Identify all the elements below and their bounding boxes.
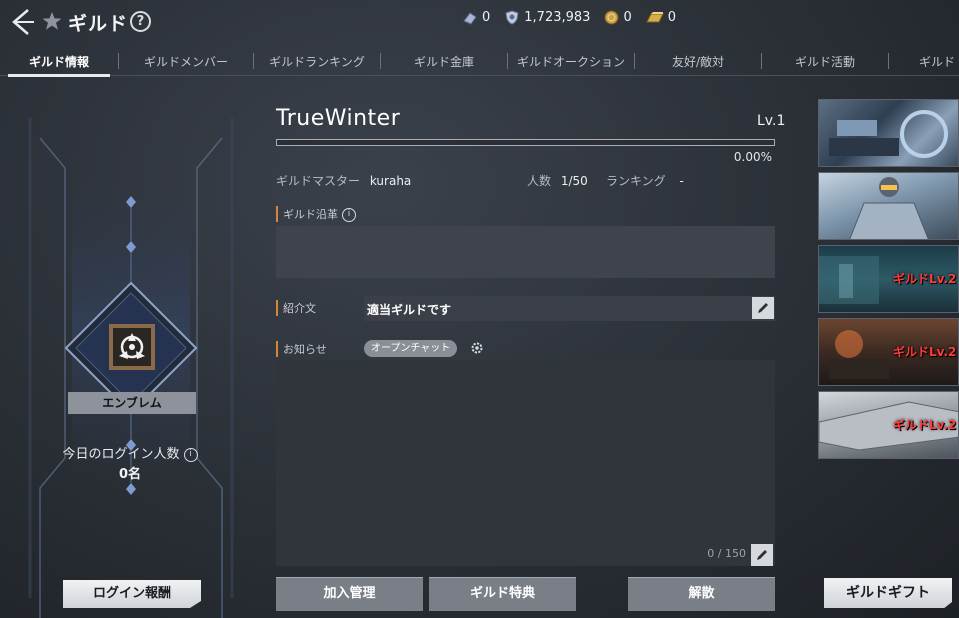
login-reward-button[interactable]: ログイン報酬 xyxy=(63,580,201,608)
emblem-triskelion-icon xyxy=(119,333,145,359)
currency-shield-value: 1,723,983 xyxy=(524,10,591,25)
currency-gold-coin: 0 xyxy=(604,10,632,25)
login-count-label: 今日のログイン人数 xyxy=(62,447,180,462)
intro-label: 紹介文 xyxy=(276,300,316,316)
emblem-panel xyxy=(0,78,258,618)
open-chat-badge[interactable]: オープンチャット xyxy=(364,340,458,357)
gold-coin-icon xyxy=(604,10,619,25)
ranking-label: ランキング xyxy=(606,174,666,188)
info-icon[interactable]: i xyxy=(342,208,356,222)
currency-gold-bar-value: 0 xyxy=(667,10,677,25)
intro-text: 適当ギルドです xyxy=(367,303,452,317)
tab-guild-more[interactable]: ギルド xyxy=(889,46,955,76)
tab-guild-activity[interactable]: ギルド活動 xyxy=(762,46,888,76)
banner-item[interactable] xyxy=(818,99,959,167)
shield-coin-icon xyxy=(505,10,519,25)
tab-friend-enemy[interactable]: 友好/敵対 xyxy=(635,46,761,76)
edit-notice-button[interactable] xyxy=(751,544,773,566)
join-management-button[interactable]: 加入管理 xyxy=(276,577,423,611)
gem-icon xyxy=(126,483,136,495)
guild-gift-button[interactable]: ギルドギフト xyxy=(824,578,952,608)
pencil-icon xyxy=(757,550,767,560)
guild-history-box xyxy=(276,226,775,278)
banner-hangar-image xyxy=(829,110,948,158)
tab-bar: ギルド情報 ギルドメンバー ギルドランキング ギルド金庫 ギルドオークション 友… xyxy=(0,46,959,77)
banner-item[interactable] xyxy=(818,172,959,240)
currency-gold-coin-value: 0 xyxy=(623,10,632,25)
member-count-row: 人数 1/50 xyxy=(527,172,588,189)
emblem-button[interactable]: エンブレム xyxy=(68,392,196,414)
currency-crystal: 0 xyxy=(462,10,490,25)
notice-box[interactable] xyxy=(276,360,775,566)
login-count-value: 0名 xyxy=(118,467,142,482)
banner-tag: ギルドLv.2 xyxy=(893,418,957,432)
help-icon[interactable]: ? xyxy=(130,11,151,32)
currency-crystal-value: 0 xyxy=(482,10,491,25)
tab-guild-vault[interactable]: ギルド金庫 xyxy=(381,46,507,76)
history-section-label: ギルド沿革 i xyxy=(276,206,356,222)
login-count-title: 今日のログイン人数 i xyxy=(40,443,220,462)
crystal-icon xyxy=(463,11,477,25)
guild-xp-bar xyxy=(276,139,775,146)
guild-level: Lv.1 xyxy=(757,113,786,129)
banner-tag: ギルドLv.2 xyxy=(893,345,957,359)
currency-bar: 0 1,723,983 0 0 xyxy=(462,10,690,25)
top-bar: ギルド ? 0 1,723,983 0 0 xyxy=(0,0,959,44)
disband-button[interactable]: 解散 xyxy=(628,577,775,611)
ranking-row: ランキング - xyxy=(606,172,684,189)
guild-xp-percent: 0.00% xyxy=(733,150,772,164)
currency-shield: 1,723,983 xyxy=(504,10,590,25)
guild-master-value: kuraha xyxy=(369,174,412,188)
edit-intro-button[interactable] xyxy=(752,297,774,319)
banner-mecha-image xyxy=(849,177,929,239)
tab-guild-info[interactable]: ギルド情報 xyxy=(0,46,118,77)
notice-label: お知らせ xyxy=(276,341,327,357)
banner-item[interactable]: ギルドLv.2 xyxy=(818,245,959,313)
gear-icon[interactable] xyxy=(470,341,484,355)
tab-guild-auction[interactable]: ギルドオークション xyxy=(508,46,634,76)
notice-char-count: 0 / 150 xyxy=(707,547,746,560)
history-label: ギルド沿革 xyxy=(283,208,338,221)
member-count-label: 人数 xyxy=(527,174,552,188)
member-count-value: 1/50 xyxy=(560,174,588,188)
guild-master-label: ギルドマスター xyxy=(276,174,361,188)
star-icon xyxy=(42,12,62,30)
banner-item[interactable]: ギルドLv.2 xyxy=(818,318,959,386)
guild-master-row: ギルドマスター kuraha xyxy=(276,172,411,189)
page-title: ギルド xyxy=(68,13,129,35)
currency-gold-bar: 0 xyxy=(645,10,677,25)
tab-guild-ranking[interactable]: ギルドランキング xyxy=(254,46,380,76)
pencil-icon xyxy=(758,303,768,313)
ranking-value: - xyxy=(679,174,684,188)
back-arrow-icon[interactable] xyxy=(8,7,34,37)
guild-emblem[interactable] xyxy=(109,324,155,370)
tab-guild-members[interactable]: ギルドメンバー xyxy=(119,46,253,76)
banner-item[interactable]: ギルドLv.2 xyxy=(818,391,959,459)
guild-name: TrueWinter xyxy=(276,106,401,131)
guild-perks-button[interactable]: ギルド特典 xyxy=(429,577,576,611)
gold-bar-icon xyxy=(645,12,664,23)
banner-tag: ギルドLv.2 xyxy=(893,272,957,286)
info-icon[interactable]: i xyxy=(183,447,198,462)
